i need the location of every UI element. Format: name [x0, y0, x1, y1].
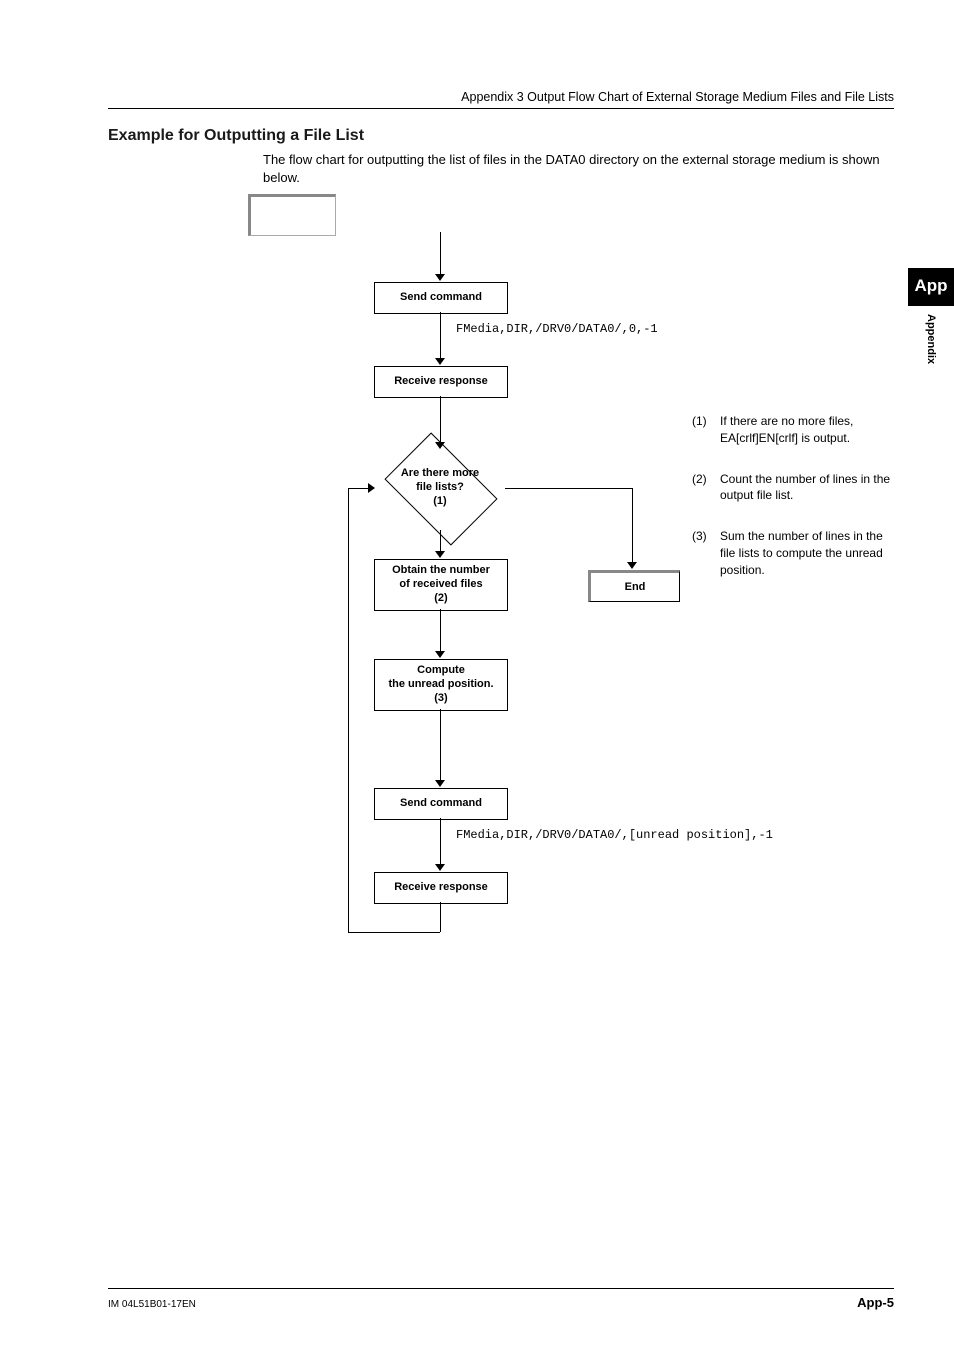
connector — [440, 609, 441, 651]
arrow-down-icon — [627, 562, 637, 569]
connector — [440, 232, 441, 274]
note-num: (2) — [692, 471, 720, 505]
flow-start — [248, 194, 336, 236]
arrow-down-icon — [435, 358, 445, 365]
arrow-down-icon — [435, 651, 445, 658]
side-tab-badge: App — [908, 268, 954, 306]
note-text: If there are no more files, EA[crlf]EN[c… — [720, 413, 894, 447]
flow-end: End — [588, 570, 680, 602]
flow-obtain: Obtain the numberof received files(2) — [374, 559, 508, 611]
side-tab-label: Appendix — [925, 314, 937, 364]
connector — [440, 312, 441, 358]
arrow-down-icon — [435, 274, 445, 281]
connector — [440, 902, 441, 932]
note-text: Sum the number of lines in the file list… — [720, 528, 894, 578]
flow-send-command-2: Send command — [374, 788, 508, 820]
flow-notes: (1) If there are no more files, EA[crlf]… — [692, 413, 894, 603]
connector — [348, 488, 349, 932]
arrow-right-icon — [368, 483, 375, 493]
flow-send-command-1: Send command — [374, 282, 508, 314]
side-tab: App Appendix — [908, 268, 954, 369]
note-text: Count the number of lines in the output … — [720, 471, 894, 505]
section-intro: The flow chart for outputting the list o… — [263, 151, 894, 186]
connector — [440, 530, 441, 551]
connector — [632, 488, 633, 562]
section-title: Example for Outputting a File List — [108, 127, 894, 145]
connector — [440, 818, 441, 864]
connector — [440, 709, 441, 780]
header-breadcrumb: Appendix 3 Output Flow Chart of External… — [108, 90, 894, 109]
arrow-down-icon — [435, 780, 445, 787]
connector — [348, 488, 368, 489]
flow-note: (1) If there are no more files, EA[crlf]… — [692, 413, 894, 447]
flow-receive-response-2: Receive response — [374, 872, 508, 904]
flowchart-container: Send command FMedia,DIR,/DRV0/DATA0/,0,-… — [248, 194, 894, 974]
flow-note: (2) Count the number of lines in the out… — [692, 471, 894, 505]
flow-note: (3) Sum the number of lines in the file … — [692, 528, 894, 578]
footer-page-number: App-5 — [857, 1295, 894, 1310]
note-num: (1) — [692, 413, 720, 447]
connector — [505, 488, 632, 489]
flow-code-1: FMedia,DIR,/DRV0/DATA0/,0,-1 — [456, 322, 658, 336]
flow-compute: Computethe unread position.(3) — [374, 659, 508, 711]
flow-decision — [384, 433, 497, 546]
flow-receive-response-1: Receive response — [374, 366, 508, 398]
arrow-down-icon — [435, 864, 445, 871]
page-footer: IM 04L51B01-17EN App-5 — [108, 1288, 894, 1310]
flow-code-2: FMedia,DIR,/DRV0/DATA0/,[unread position… — [456, 828, 773, 842]
footer-left: IM 04L51B01-17EN — [108, 1299, 196, 1310]
connector — [440, 396, 441, 442]
connector — [348, 932, 440, 933]
note-num: (3) — [692, 528, 720, 578]
arrow-down-icon — [435, 551, 445, 558]
